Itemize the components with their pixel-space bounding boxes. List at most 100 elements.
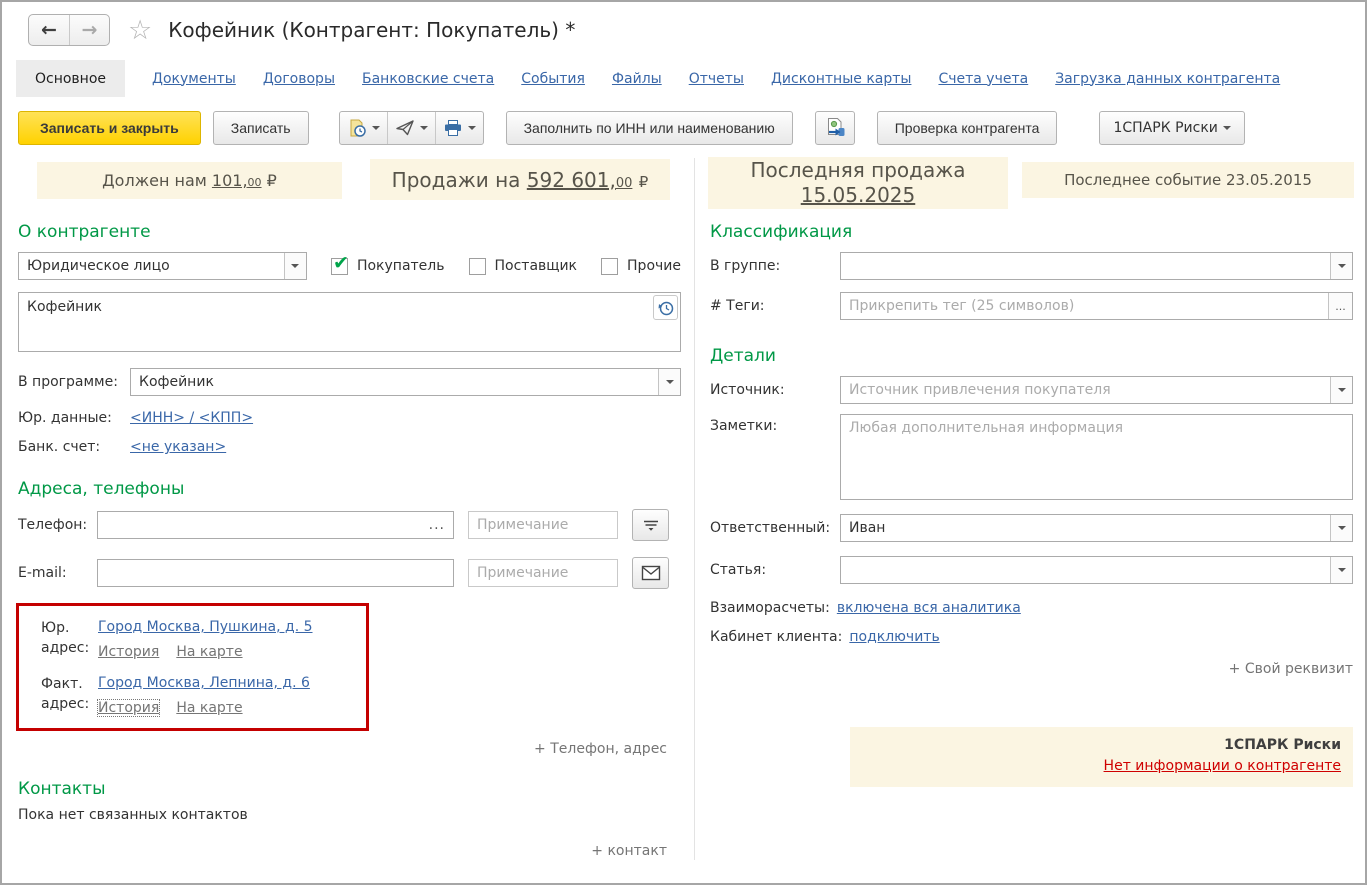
tab-contracts[interactable]: Договоры xyxy=(263,71,335,87)
settlements-label: Взаиморасчеты: xyxy=(710,600,830,616)
counterparty-dossier-button[interactable] xyxy=(815,111,855,145)
full-name-field[interactable]: Кофейник xyxy=(18,292,681,352)
debt-label: Должен нам xyxy=(102,171,207,190)
email-note-input[interactable] xyxy=(468,559,618,587)
fill-by-inn-button[interactable]: Заполнить по ИНН или наименованию xyxy=(506,111,793,145)
chevron-down-icon xyxy=(291,264,299,268)
fact-address-map-link[interactable]: На карте xyxy=(176,700,242,716)
in-program-input[interactable] xyxy=(131,369,658,395)
source-dropdown-button[interactable] xyxy=(1330,377,1352,403)
email-field[interactable] xyxy=(97,559,454,587)
check-counterparty-button[interactable]: Проверка контрагента xyxy=(877,111,1058,145)
create-based-on-button[interactable] xyxy=(340,112,387,144)
save-button[interactable]: Записать xyxy=(213,111,309,145)
tags-input[interactable] xyxy=(841,293,1328,319)
phone-note-input[interactable] xyxy=(468,511,618,539)
send-button[interactable] xyxy=(387,112,435,144)
chevron-down-icon xyxy=(420,126,428,130)
buyer-checkbox[interactable]: ✔ Покупатель xyxy=(331,258,445,275)
other-checkbox-label: Прочие xyxy=(627,258,681,274)
add-custom-field-link[interactable]: + Свой реквизит xyxy=(1229,661,1353,677)
group-select[interactable] xyxy=(840,252,1353,280)
last-sale-date-link[interactable]: 15.05.2025 xyxy=(801,183,916,208)
responsible-input[interactable] xyxy=(841,515,1330,541)
ruble-sign: ₽ xyxy=(639,173,649,191)
phone-more-button[interactable]: ... xyxy=(429,517,453,533)
phone-field[interactable]: ... xyxy=(97,511,454,539)
phone-options-button[interactable] xyxy=(632,509,669,541)
notes-textarea[interactable] xyxy=(840,414,1353,500)
settlements-link[interactable]: включена вся аналитика xyxy=(837,600,1021,616)
document-clock-icon xyxy=(347,118,367,138)
spark-risks-group: 1СПАРК Риски xyxy=(1099,111,1244,145)
tab-counterparty-data-load[interactable]: Загрузка данных контрагента xyxy=(1055,71,1280,87)
fact-address-link[interactable]: Город Москва, Лепнина, д. 6 xyxy=(98,675,310,691)
tags-field[interactable]: ... xyxy=(840,292,1353,320)
print-button[interactable] xyxy=(435,112,483,144)
tab-main[interactable]: Основное xyxy=(16,60,125,97)
in-program-select[interactable] xyxy=(130,368,681,396)
back-button[interactable]: ← xyxy=(29,15,69,45)
other-checkbox[interactable]: Прочие xyxy=(601,258,681,275)
inn-kpp-link[interactable]: <ИНН> / <КПП> xyxy=(130,410,253,426)
forward-button[interactable]: → xyxy=(69,15,109,45)
favorite-star-icon[interactable]: ☆ xyxy=(128,15,152,46)
column-divider xyxy=(694,158,695,860)
tags-more-button[interactable]: ... xyxy=(1328,293,1352,319)
legal-address-link[interactable]: Город Москва, Пушкина, д. 5 xyxy=(98,619,313,635)
legal-address-history-link[interactable]: История xyxy=(98,644,159,660)
debt-amount-link[interactable]: 101, xyxy=(212,171,248,190)
phone-input[interactable] xyxy=(98,512,429,538)
spark-no-info-link[interactable]: Нет информации о контрагенте xyxy=(1104,758,1341,774)
chevron-down-icon xyxy=(1223,126,1231,130)
in-program-dropdown-button[interactable] xyxy=(658,369,680,395)
counterparty-card-window: ← → ☆ Кофейник (Контрагент: Покупатель) … xyxy=(0,0,1367,885)
tab-discount-cards[interactable]: Дисконтные карты xyxy=(771,71,911,87)
source-input[interactable] xyxy=(841,377,1330,403)
add-phone-address-link[interactable]: + Телефон, адрес xyxy=(534,741,667,757)
envelope-icon xyxy=(641,565,661,581)
checkmark-icon: ✔ xyxy=(333,252,349,274)
spark-risks-button[interactable]: 1СПАРК Риски xyxy=(1100,112,1243,144)
source-select[interactable] xyxy=(840,376,1353,404)
supplier-checkbox[interactable]: Поставщик xyxy=(469,258,578,275)
tab-events[interactable]: События xyxy=(521,71,585,87)
tags-label: # Теги: xyxy=(710,298,840,314)
tab-documents[interactable]: Документы xyxy=(152,71,236,87)
tab-bank-accounts[interactable]: Банковские счета xyxy=(362,71,494,87)
last-event-text: Последнее событие 23.05.2015 xyxy=(1064,171,1312,189)
client-cabinet-link[interactable]: подключить xyxy=(849,629,939,645)
tab-reports[interactable]: Отчеты xyxy=(689,71,744,87)
legal-address-map-link[interactable]: На карте xyxy=(176,644,242,660)
sales-cents[interactable]: 00 xyxy=(616,176,633,191)
article-select[interactable] xyxy=(840,556,1353,584)
details-heading: Детали xyxy=(710,346,1353,366)
entity-type-dropdown-button[interactable] xyxy=(284,253,306,279)
tab-files[interactable]: Файлы xyxy=(612,71,662,87)
save-and-close-button[interactable]: Записать и закрыть xyxy=(18,111,201,145)
entity-type-select[interactable] xyxy=(18,252,307,280)
responsible-dropdown-button[interactable] xyxy=(1330,515,1352,541)
sales-amount-link[interactable]: 592 601, xyxy=(527,168,616,192)
chevron-down-icon xyxy=(468,126,476,130)
buyer-checkbox-label: Покупатель xyxy=(357,258,445,274)
group-input[interactable] xyxy=(841,253,1330,279)
chevron-down-icon xyxy=(1338,568,1346,572)
fact-address-history-link[interactable]: История xyxy=(98,700,159,716)
debt-cents[interactable]: 00 xyxy=(248,176,262,189)
email-input[interactable] xyxy=(98,560,453,586)
bank-account-link[interactable]: <не указан> xyxy=(130,439,226,455)
last-sale-panel: Последняя продажа 15.05.2025 xyxy=(708,157,1008,209)
address-highlight-box: Юр.адрес: Город Москва, Пушкина, д. 5 Ис… xyxy=(16,603,369,731)
tab-accounting-accounts[interactable]: Счета учета xyxy=(938,71,1028,87)
contacts-empty-text: Пока нет связанных контактов xyxy=(18,807,681,823)
responsible-select[interactable] xyxy=(840,514,1353,542)
write-email-button[interactable] xyxy=(632,557,669,589)
article-dropdown-button[interactable] xyxy=(1330,557,1352,583)
article-input[interactable] xyxy=(841,557,1330,583)
name-history-button[interactable] xyxy=(653,295,678,320)
group-dropdown-button[interactable] xyxy=(1330,253,1352,279)
add-contact-link[interactable]: + контакт xyxy=(591,843,667,859)
checkbox-box xyxy=(469,258,486,275)
entity-type-input[interactable] xyxy=(19,253,284,279)
